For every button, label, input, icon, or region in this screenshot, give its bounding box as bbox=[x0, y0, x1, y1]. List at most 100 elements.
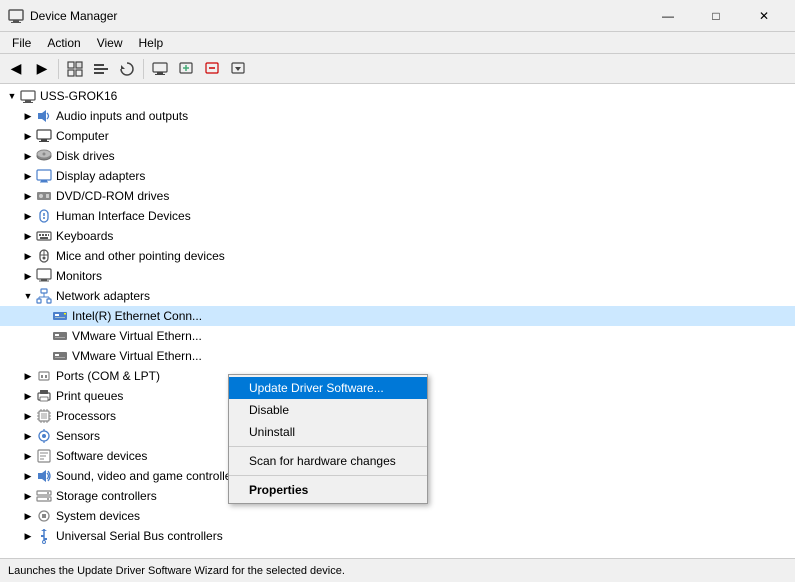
uninstall-button[interactable] bbox=[200, 57, 224, 81]
list-item[interactable]: ▶ System devices bbox=[0, 506, 795, 526]
monitor-icon bbox=[36, 268, 52, 284]
expand-toggle[interactable]: ▶ bbox=[20, 488, 36, 504]
expand-toggle[interactable]: ▶ bbox=[20, 528, 36, 544]
minimize-button[interactable]: — bbox=[645, 0, 691, 32]
list-item[interactable]: ▶ Mice and other pointing devices bbox=[0, 246, 795, 266]
expand-toggle[interactable]: ▶ bbox=[20, 428, 36, 444]
expand-toggle[interactable]: ▶ bbox=[20, 208, 36, 224]
add-button[interactable] bbox=[174, 57, 198, 81]
ctx-scan[interactable]: Scan for hardware changes bbox=[229, 450, 427, 472]
ports-icon bbox=[36, 368, 52, 384]
menu-view[interactable]: View bbox=[89, 34, 131, 52]
menu-bar: File Action View Help bbox=[0, 32, 795, 54]
menu-file[interactable]: File bbox=[4, 34, 39, 52]
list-item[interactable]: ▶ DVD/CD-ROM drives bbox=[0, 186, 795, 206]
list-item[interactable]: ▶ Intel(R) Ethernet Conn... bbox=[0, 306, 795, 326]
item-label: Print queues bbox=[56, 389, 123, 403]
network-icon bbox=[36, 288, 52, 304]
ctx-scan-label: Scan for hardware changes bbox=[249, 454, 396, 468]
keyboard-icon bbox=[36, 228, 52, 244]
item-label: Keyboards bbox=[56, 229, 113, 243]
expand-toggle[interactable]: ▶ bbox=[20, 228, 36, 244]
list-item[interactable]: ▼ Network adapters bbox=[0, 286, 795, 306]
expand-toggle[interactable]: ▶ bbox=[20, 108, 36, 124]
list-item[interactable]: ▶ Human Interface Devices bbox=[0, 206, 795, 226]
list-item[interactable]: ▶ Disk drives bbox=[0, 146, 795, 166]
menu-help[interactable]: Help bbox=[131, 34, 172, 52]
adapter-icon bbox=[52, 348, 68, 364]
root-icon bbox=[20, 88, 36, 104]
processor-icon bbox=[36, 408, 52, 424]
expand-toggle[interactable]: ▶ bbox=[20, 508, 36, 524]
list-item[interactable]: ▶ Audio inputs and outputs bbox=[0, 106, 795, 126]
refresh-button[interactable] bbox=[115, 57, 139, 81]
forward-button[interactable]: ▶ bbox=[30, 57, 54, 81]
expand-toggle[interactable]: ▼ bbox=[20, 288, 36, 304]
tree-root[interactable]: ▼ USS-GROK16 bbox=[0, 86, 795, 106]
list-item[interactable]: ▶ Keyboards bbox=[0, 226, 795, 246]
status-bar: Launches the Update Driver Software Wiza… bbox=[0, 558, 795, 582]
expand-toggle[interactable]: ▶ bbox=[20, 448, 36, 464]
back-button[interactable]: ◀ bbox=[4, 57, 28, 81]
expand-toggle[interactable]: ▶ bbox=[20, 388, 36, 404]
ctx-uninstall-label: Uninstall bbox=[249, 425, 295, 439]
toolbar: ◀ ▶ bbox=[0, 54, 795, 84]
expand-toggle[interactable]: ▶ bbox=[20, 188, 36, 204]
root-toggle[interactable]: ▼ bbox=[4, 88, 20, 104]
item-label: Ports (COM & LPT) bbox=[56, 369, 160, 383]
computer-button[interactable] bbox=[148, 57, 172, 81]
list-item[interactable]: ▶ VMware Virtual Ethern... bbox=[0, 346, 795, 366]
maximize-button[interactable]: □ bbox=[693, 0, 739, 32]
software-icon bbox=[36, 448, 52, 464]
ctx-uninstall[interactable]: Uninstall bbox=[229, 421, 427, 443]
expand-toggle[interactable]: ▶ bbox=[20, 468, 36, 484]
expand-toggle[interactable]: ▶ bbox=[20, 148, 36, 164]
list-item[interactable]: ▶ Universal Serial Bus controllers bbox=[0, 526, 795, 546]
disk-icon bbox=[36, 148, 52, 164]
expand-toggle[interactable]: ▶ bbox=[20, 128, 36, 144]
adapter-icon bbox=[52, 308, 68, 324]
item-label: VMware Virtual Ethern... bbox=[72, 329, 202, 343]
show-view-button[interactable] bbox=[63, 57, 87, 81]
storage-icon bbox=[36, 488, 52, 504]
item-label: Display adapters bbox=[56, 169, 145, 183]
list-item[interactable]: ▶ Monitors bbox=[0, 266, 795, 286]
system-icon bbox=[36, 508, 52, 524]
ctx-disable[interactable]: Disable bbox=[229, 399, 427, 421]
status-text: Launches the Update Driver Software Wiza… bbox=[8, 565, 345, 577]
ctx-properties[interactable]: Properties bbox=[229, 479, 427, 501]
list-item[interactable]: ▶ Display adapters bbox=[0, 166, 795, 186]
item-label: Sensors bbox=[56, 429, 100, 443]
item-label: Storage controllers bbox=[56, 489, 157, 503]
item-label: Mice and other pointing devices bbox=[56, 249, 225, 263]
display-icon bbox=[36, 168, 52, 184]
expand-toggle[interactable]: ▶ bbox=[20, 268, 36, 284]
item-label: System devices bbox=[56, 509, 140, 523]
app-icon bbox=[8, 8, 24, 24]
ctx-separator-1 bbox=[229, 446, 427, 447]
ctx-disable-label: Disable bbox=[249, 403, 289, 417]
window-title: Device Manager bbox=[30, 9, 645, 23]
mouse-icon bbox=[36, 248, 52, 264]
update-driver-button[interactable] bbox=[226, 57, 250, 81]
expand-toggle[interactable]: ▶ bbox=[20, 368, 36, 384]
item-label: Monitors bbox=[56, 269, 102, 283]
window-controls: — □ ✕ bbox=[645, 0, 787, 32]
expand-toggle[interactable]: ▶ bbox=[20, 408, 36, 424]
ctx-update-driver[interactable]: Update Driver Software... bbox=[229, 377, 427, 399]
item-label: VMware Virtual Ethern... bbox=[72, 349, 202, 363]
expand-toggle[interactable]: ▶ bbox=[20, 248, 36, 264]
menu-action[interactable]: Action bbox=[39, 34, 88, 52]
item-label: Disk drives bbox=[56, 149, 115, 163]
list-item[interactable]: ▶ Computer bbox=[0, 126, 795, 146]
properties-button[interactable] bbox=[89, 57, 113, 81]
computer-icon bbox=[36, 128, 52, 144]
close-button[interactable]: ✕ bbox=[741, 0, 787, 32]
print-icon bbox=[36, 388, 52, 404]
expand-toggle[interactable]: ▶ bbox=[20, 168, 36, 184]
adapter-icon bbox=[52, 328, 68, 344]
item-label: Sound, video and game controllers bbox=[56, 469, 241, 483]
item-label: Audio inputs and outputs bbox=[56, 109, 188, 123]
item-label: Software devices bbox=[56, 449, 147, 463]
list-item[interactable]: ▶ VMware Virtual Ethern... bbox=[0, 326, 795, 346]
